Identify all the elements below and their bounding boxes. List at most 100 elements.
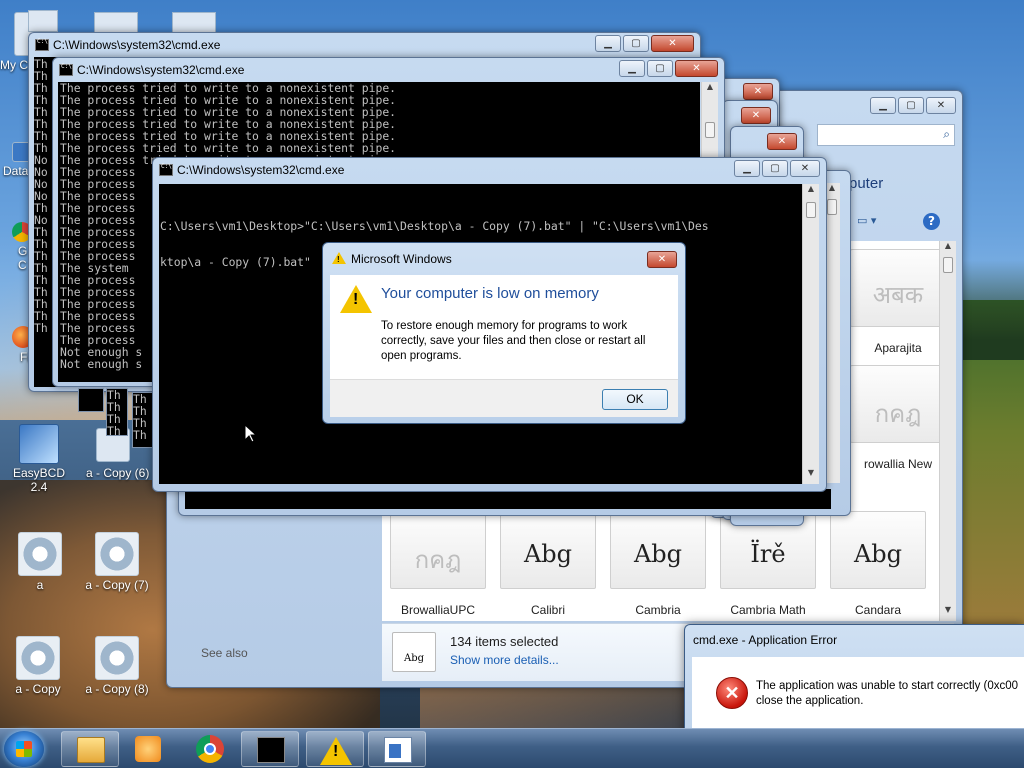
- fonts-panel-glyph: [389, 744, 401, 758]
- font-tile-calibri[interactable]: Abg Calibri: [496, 511, 600, 617]
- cmd-icon: [35, 38, 49, 51]
- fonts-panel-icon: [384, 737, 412, 763]
- scroll-up-arrow[interactable]: ▲: [702, 82, 718, 98]
- maximize-button[interactable]: ▢: [898, 97, 924, 114]
- start-button[interactable]: [4, 731, 44, 767]
- font-preview: กคฎ: [850, 365, 946, 443]
- maximize-button[interactable]: ▢: [647, 60, 673, 77]
- warning-icon: [320, 737, 352, 765]
- error-icon: ✕: [716, 677, 748, 709]
- console-line: C:\Users\vm1\Desktop>"C:\Users\vm1\Deskt…: [160, 219, 709, 233]
- gear-icon: [95, 636, 139, 680]
- views-icon: ▭ ▾: [857, 214, 877, 227]
- font-preview: Abg: [610, 511, 706, 589]
- chrome-icon: [196, 735, 224, 763]
- dialog-body: Your computer is low on memory To restor…: [330, 275, 678, 379]
- scroll-thumb[interactable]: [806, 202, 816, 218]
- taskbar-cmd[interactable]: [241, 731, 299, 767]
- close-button[interactable]: ✕: [647, 251, 677, 268]
- console-output: Th Th Th Th: [106, 388, 128, 436]
- scroll-up-arrow[interactable]: ▲: [940, 241, 956, 257]
- cmd-window-titlebar[interactable]: C:\Windows\system32\cmd.exe ▁ ▢ ✕: [53, 58, 724, 82]
- taskbar-media-player[interactable]: [121, 731, 179, 767]
- font-tile-browalliaupc[interactable]: กคฎ BrowalliaUPC: [386, 511, 490, 617]
- scroll-up-arrow[interactable]: ▲: [803, 184, 819, 200]
- desktop-icon-stub[interactable]: [172, 12, 216, 34]
- scroll-down-arrow[interactable]: ▼: [940, 605, 956, 621]
- font-preview: अबक: [850, 249, 946, 327]
- desktop-icon-easybcd[interactable]: EasyBCD 2.4: [4, 424, 74, 494]
- chrome-center: [204, 743, 216, 755]
- minimize-button[interactable]: ▁: [619, 60, 645, 77]
- help-icon[interactable]: ?: [923, 213, 940, 230]
- media-player-icon: [135, 736, 161, 762]
- dialog-titlebar[interactable]: Microsoft Windows: [329, 243, 669, 275]
- details-thumbnail: Abg: [392, 632, 436, 672]
- font-preview: Abg: [500, 511, 596, 589]
- minimize-button[interactable]: ▁: [734, 160, 760, 177]
- font-tile-candara[interactable]: Abg Candara: [826, 511, 930, 617]
- see-also-label: See also: [201, 646, 248, 660]
- taskbar-warning[interactable]: [306, 731, 364, 767]
- easybcd-icon: [19, 424, 59, 464]
- gear-icon: [95, 532, 139, 576]
- close-button[interactable]: ✕: [651, 35, 694, 52]
- cmd-window-titlebar[interactable]: C:\Windows\system32\cmd.exe ▁ ▢ ✕: [153, 158, 826, 182]
- taskbar-fonts[interactable]: [368, 731, 426, 767]
- close-button[interactable]: ✕: [741, 107, 771, 124]
- font-tile-cambria[interactable]: Abg Cambria: [606, 511, 710, 617]
- scroll-thumb[interactable]: [943, 257, 953, 273]
- gear-icon: [16, 636, 60, 680]
- selection-count: 134 items selected: [450, 634, 559, 649]
- cmd-icon: [59, 63, 73, 76]
- close-button[interactable]: ✕: [767, 133, 797, 150]
- console-line: Th: [107, 424, 121, 436]
- font-tile-browallia-new[interactable]: กคฎ rowallia New: [846, 365, 950, 471]
- taskbar-chrome[interactable]: [182, 731, 240, 767]
- search-icon: ⌕: [943, 127, 950, 141]
- close-button[interactable]: ✕: [743, 83, 773, 100]
- warning-icon: [332, 252, 346, 264]
- dialog-message: The application was unable to start corr…: [756, 680, 1019, 707]
- dialog-footer: OK: [330, 379, 678, 417]
- minimize-button[interactable]: ▁: [870, 97, 896, 114]
- close-button[interactable]: ✕: [675, 60, 718, 77]
- view-options[interactable]: ▭ ▾: [857, 213, 897, 229]
- cmd-icon: [257, 737, 285, 763]
- taskbar-explorer[interactable]: [61, 731, 119, 767]
- font-tile-cambria-math[interactable]: Ïrě Cambria Math: [716, 511, 820, 617]
- desktop-icon-copy7[interactable]: a - Copy (7): [84, 532, 150, 592]
- scroll-down-arrow[interactable]: ▼: [803, 468, 819, 484]
- scroll-thumb[interactable]: [827, 199, 837, 215]
- desktop-icon-a[interactable]: a: [8, 532, 72, 592]
- maximize-button[interactable]: ▢: [623, 35, 649, 52]
- console-scrollbar[interactable]: ▲ ▼: [802, 184, 819, 484]
- desktop-icon-copy8[interactable]: a - Copy (8): [84, 636, 150, 696]
- console-fragment: [78, 388, 104, 412]
- desktop-icon-a-copy[interactable]: a - Copy: [6, 636, 70, 696]
- explorer-icon: [77, 737, 105, 763]
- font-preview: Abg: [830, 511, 926, 589]
- show-more-details-link[interactable]: Show more details...: [450, 653, 559, 667]
- close-button[interactable]: ✕: [926, 97, 956, 114]
- dialog-heading: Your computer is low on memory: [381, 285, 599, 302]
- search-input[interactable]: ⌕: [817, 124, 955, 146]
- fonts-scrollbar[interactable]: ▲ ▼: [939, 241, 956, 621]
- gear-icon: [18, 532, 62, 576]
- scroll-thumb[interactable]: [705, 122, 715, 138]
- windows-logo-icon: [16, 741, 32, 757]
- warning-icon: [340, 285, 372, 313]
- desktop-icon-stub[interactable]: [94, 12, 138, 34]
- font-tile-aparajita[interactable]: अबक Aparajita: [846, 249, 950, 355]
- ok-button[interactable]: OK: [602, 389, 668, 410]
- close-button[interactable]: ✕: [790, 160, 820, 177]
- cmd-icon: [159, 163, 173, 176]
- dialog-message: To restore enough memory for programs to…: [381, 320, 646, 362]
- dialog-title: cmd.exe - Application Error: [693, 633, 838, 647]
- font-preview: กคฎ: [390, 511, 486, 589]
- desktop-icon-stub[interactable]: [28, 10, 58, 32]
- cmd-window-titlebar[interactable]: C:\Windows\system32\cmd.exe ▁ ▢ ✕: [29, 33, 700, 57]
- low-memory-dialog[interactable]: Microsoft Windows ✕ Your computer is low…: [322, 242, 686, 424]
- maximize-button[interactable]: ▢: [762, 160, 788, 177]
- minimize-button[interactable]: ▁: [595, 35, 621, 52]
